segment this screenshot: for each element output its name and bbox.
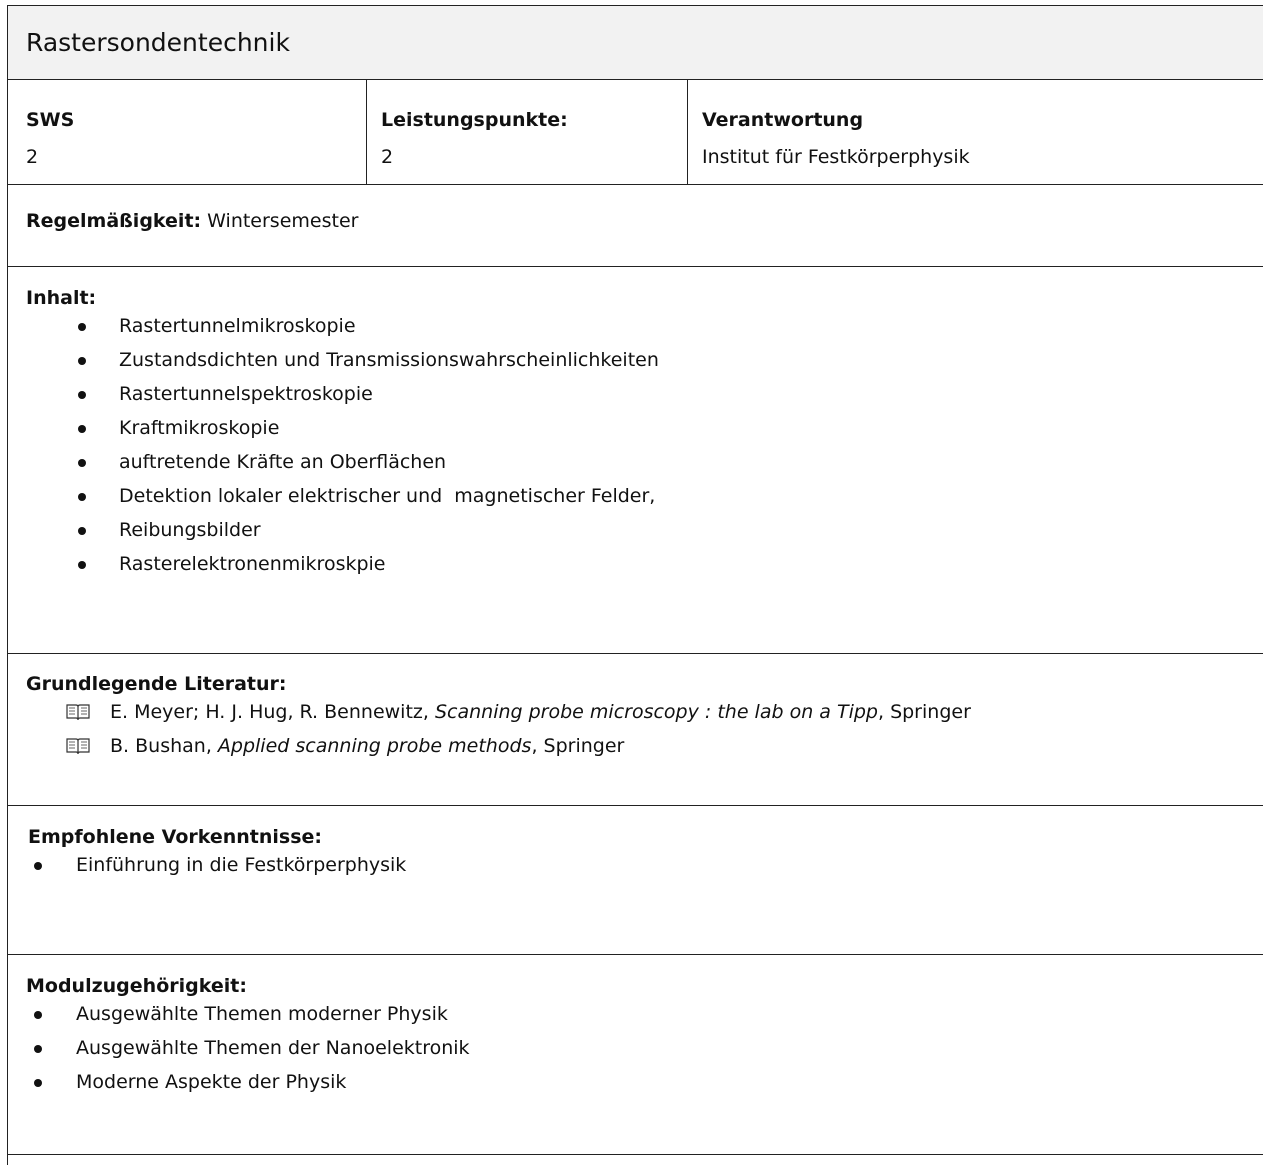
leistungspunkte-label: Leistungspunkte:	[381, 109, 568, 131]
bullet-icon	[34, 1079, 42, 1087]
sws-cell: SWS 2	[8, 80, 366, 184]
list-item-text: Rastertunnelspektroskopie	[119, 383, 373, 405]
bullet-icon	[78, 323, 86, 331]
modulzugehoerigkeit-label: Modulzugehörigkeit:	[26, 975, 247, 997]
module-title: Rastersondentechnik	[26, 28, 290, 57]
bullet-icon	[78, 391, 86, 399]
literature-authors: E. Meyer; H. J. Hug, R. Bennewitz,	[110, 701, 435, 723]
list-item: auftretende Kräfte an Oberflächen	[26, 445, 1263, 479]
list-item-text: Reibungsbilder	[119, 519, 261, 541]
list-item-text: Kraftmikroskopie	[119, 417, 280, 439]
list-item: Zustandsdichten und Transmissionswahrsch…	[26, 343, 1263, 377]
modulzugehoerigkeit-section: Modulzugehörigkeit: Ausgewählte Themen m…	[8, 955, 1263, 1155]
title-row: Rastersondentechnik	[8, 6, 1263, 80]
module-sheet: Rastersondentechnik SWS 2 Leistungspunkt…	[7, 5, 1263, 1165]
list-item: Ausgewählte Themen moderner Physik	[26, 997, 1263, 1031]
list-item-text: Rastertunnelmikroskopie	[119, 315, 356, 337]
list-item-text: Detektion lokaler elektrischer und magne…	[119, 485, 656, 507]
regelmaessigkeit-label: Regelmäßigkeit:	[26, 210, 202, 232]
bullet-icon	[78, 561, 86, 569]
bullet-icon	[34, 1011, 42, 1019]
regelmaessigkeit-section: Regelmäßigkeit: Wintersemester	[8, 185, 1263, 267]
literature-authors: B. Bushan,	[110, 735, 218, 757]
leistungspunkte-cell: Leistungspunkte: 2	[366, 80, 687, 184]
bullet-icon	[78, 493, 86, 501]
verantwortung-value: Institut für Festkörperphysik	[702, 146, 970, 168]
list-item: Moderne Aspekte der Physik	[26, 1065, 1263, 1099]
literatur-label: Grundlegende Literatur:	[26, 673, 287, 695]
literature-entry: B. Bushan, Applied scanning probe method…	[26, 729, 1263, 763]
bullet-icon	[78, 357, 86, 365]
vorkenntnisse-list: Einführung in die Festkörperphysik	[28, 848, 1263, 882]
list-item-text: Moderne Aspekte der Physik	[76, 1071, 347, 1093]
bullet-icon	[34, 862, 42, 870]
bullet-icon	[78, 425, 86, 433]
inhalt-label: Inhalt:	[26, 287, 97, 309]
inhalt-list: Rastertunnelmikroskopie Zustandsdichten …	[26, 309, 1263, 581]
list-item-text: Rasterelektronenmikroskpie	[119, 553, 386, 575]
bullet-icon	[34, 1045, 42, 1053]
sws-label: SWS	[26, 109, 75, 131]
list-item-text: Ausgewählte Themen moderner Physik	[76, 1003, 448, 1025]
list-item: Rastertunnelspektroskopie	[26, 377, 1263, 411]
list-item: Rasterelektronenmikroskpie	[26, 547, 1263, 581]
list-item: Kraftmikroskopie	[26, 411, 1263, 445]
leistungspunkte-value: 2	[381, 146, 394, 168]
list-item-text: Zustandsdichten und Transmissionswahrsch…	[119, 349, 659, 371]
list-item-text: auftretende Kräfte an Oberflächen	[119, 451, 447, 473]
book-icon	[66, 738, 90, 755]
modulzugehoerigkeit-list: Ausgewählte Themen moderner Physik Ausge…	[26, 997, 1263, 1099]
regelmaessigkeit-value: Wintersemester	[201, 210, 359, 232]
list-item-text: Ausgewählte Themen der Nanoelektronik	[76, 1037, 470, 1059]
literature-publisher: , Springer	[531, 735, 625, 757]
list-item: Ausgewählte Themen der Nanoelektronik	[26, 1031, 1263, 1065]
verantwortung-label: Verantwortung	[702, 109, 864, 131]
inhalt-section: Inhalt: Rastertunnelmikroskopie Zustands…	[8, 267, 1263, 654]
sws-value: 2	[26, 146, 39, 168]
verantwortung-cell: Verantwortung Institut für Festkörperphy…	[687, 80, 1263, 184]
list-item: Reibungsbilder	[26, 513, 1263, 547]
literatur-list: E. Meyer; H. J. Hug, R. Bennewitz, Scann…	[26, 695, 1263, 763]
vorkenntnisse-section: Empfohlene Vorkenntnisse: Einführung in …	[8, 806, 1263, 955]
list-item: Rastertunnelmikroskopie	[26, 309, 1263, 343]
literature-entry: E. Meyer; H. J. Hug, R. Bennewitz, Scann…	[26, 695, 1263, 729]
list-item-text: Einführung in die Festkörperphysik	[76, 854, 407, 876]
literature-title: Scanning probe microscopy : the lab on a…	[434, 701, 878, 723]
bullet-icon	[78, 459, 86, 467]
meta-row: SWS 2 Leistungspunkte: 2 Verantwortung I…	[8, 80, 1263, 185]
vorkenntnisse-label: Empfohlene Vorkenntnisse:	[28, 826, 323, 848]
literatur-section: Grundlegende Literatur: E. Meyer; H. J. …	[8, 654, 1263, 806]
list-item: Detektion lokaler elektrischer und magne…	[26, 479, 1263, 513]
literature-title: Applied scanning probe methods	[217, 735, 532, 757]
bullet-icon	[78, 527, 86, 535]
literature-publisher: , Springer	[877, 701, 971, 723]
list-item: Einführung in die Festkörperphysik	[28, 848, 1263, 882]
book-icon	[66, 704, 90, 721]
